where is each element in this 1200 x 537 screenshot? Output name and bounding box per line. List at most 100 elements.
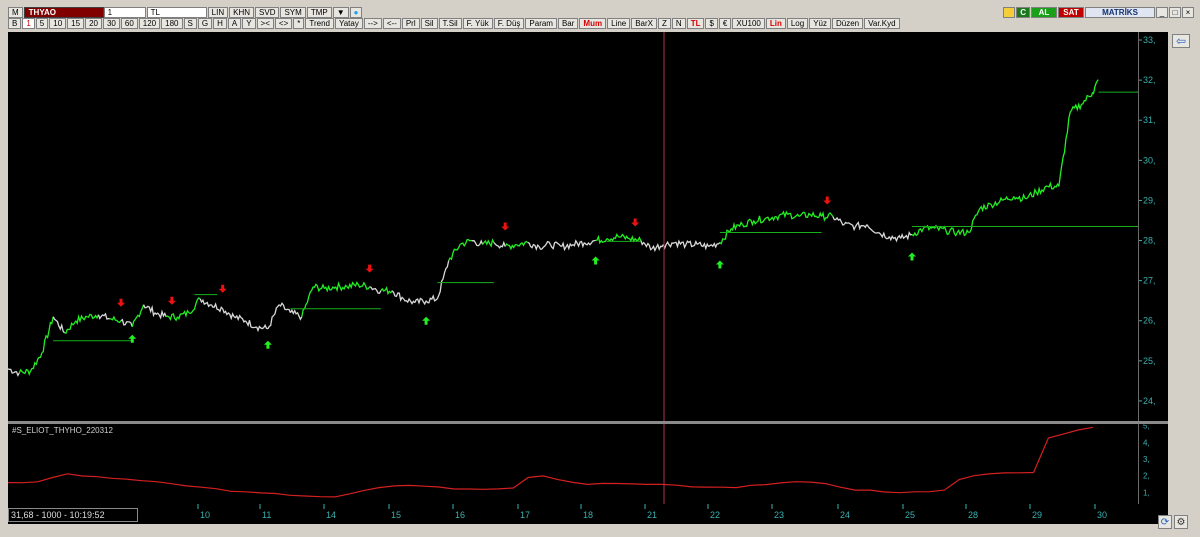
- tool-button[interactable]: 20: [85, 18, 102, 29]
- tool-button[interactable]: Mum: [579, 18, 607, 29]
- tool-button[interactable]: ><: [256, 18, 274, 29]
- chart-type-buttons: LIN KHN SVD SYM TMP: [207, 7, 333, 18]
- price-segment: [753, 215, 766, 225]
- tool-button[interactable]: SYM: [280, 7, 306, 18]
- price-segment: [1081, 91, 1094, 105]
- tool-button[interactable]: 120: [138, 18, 161, 29]
- twitter-icon[interactable]: ●: [349, 7, 363, 18]
- tool-button[interactable]: Düzen: [832, 18, 864, 29]
- tool-button[interactable]: Lin: [765, 18, 786, 29]
- price-segment: [549, 241, 563, 250]
- price-tick-label: 28,: [1143, 236, 1156, 246]
- tool-button[interactable]: H: [213, 18, 227, 29]
- tool-button[interactable]: TL: [686, 18, 705, 29]
- tool-button[interactable]: Bar: [557, 18, 579, 29]
- tool-button[interactable]: KHN: [229, 7, 255, 18]
- price-tick-label: 32,: [1143, 75, 1156, 85]
- price-segment: [877, 231, 890, 240]
- price-segment: [1002, 195, 1015, 201]
- tool-button[interactable]: 10: [49, 18, 67, 29]
- settings-icon[interactable]: ⚙: [1174, 515, 1188, 529]
- tool-button[interactable]: $: [705, 18, 718, 29]
- tool-button[interactable]: *: [293, 18, 305, 29]
- tool-button[interactable]: 180: [161, 18, 183, 29]
- lightning-icon[interactable]: ⚡: [1003, 7, 1016, 18]
- refresh-icon[interactable]: ⟳: [1158, 515, 1172, 529]
- price-segment: [1058, 112, 1071, 187]
- tool-button[interactable]: <>: [274, 18, 293, 29]
- price-segment: [222, 308, 235, 321]
- sell-button[interactable]: SAT: [1058, 7, 1084, 18]
- tool-button[interactable]: Sil: [420, 18, 438, 29]
- close-icon[interactable]: ×: [1182, 7, 1194, 18]
- price-segment: [854, 221, 868, 231]
- tool-button[interactable]: Trend: [305, 18, 334, 29]
- brand-text: MATRİKS: [1102, 8, 1138, 17]
- price-segment: [380, 286, 393, 296]
- symbol-field[interactable]: THYAO: [23, 7, 104, 18]
- price-tick-label: 26,: [1143, 316, 1156, 326]
- price-segment: [561, 241, 574, 252]
- currency-field[interactable]: TL: [146, 7, 207, 18]
- dropdown-arrow-icon[interactable]: ▼: [332, 7, 349, 18]
- tool-button[interactable]: TMP: [306, 7, 332, 18]
- tool-button[interactable]: Y: [242, 18, 256, 29]
- c-button[interactable]: C: [1016, 7, 1030, 18]
- price-segment: [301, 286, 314, 317]
- price-segment: [708, 242, 721, 249]
- tool-button[interactable]: <--: [382, 18, 401, 29]
- buy-button[interactable]: AL: [1031, 7, 1057, 18]
- period-field[interactable]: 1: [103, 7, 146, 18]
- tool-button[interactable]: B: [8, 18, 22, 29]
- tool-button[interactable]: T.Sil: [438, 18, 462, 29]
- price-segment: [798, 211, 811, 218]
- price-segment: [583, 239, 596, 246]
- tool-button[interactable]: 1: [22, 18, 35, 29]
- tool-button[interactable]: LIN: [207, 7, 229, 18]
- tool-button[interactable]: Yatay: [334, 18, 363, 29]
- tool-button[interactable]: 30: [102, 18, 120, 29]
- signal-down-icon: [218, 284, 227, 293]
- price-segment: [255, 323, 269, 333]
- minimize-icon[interactable]: _: [1156, 7, 1168, 18]
- signal-down-icon: [167, 296, 176, 305]
- tool-button[interactable]: F. Yük: [462, 18, 493, 29]
- maximize-icon[interactable]: □: [1169, 7, 1181, 18]
- tool-button[interactable]: SVD: [255, 7, 280, 18]
- tool-button[interactable]: Yüz: [809, 18, 831, 29]
- tool-button[interactable]: Param: [525, 18, 557, 29]
- tool-button[interactable]: 5: [35, 18, 49, 29]
- date-tick-label: 18: [583, 510, 593, 520]
- tool-button[interactable]: G: [197, 18, 213, 29]
- tool-button[interactable]: BarX: [631, 18, 658, 29]
- tool-button[interactable]: €: [718, 18, 732, 29]
- price-segment: [233, 314, 246, 323]
- tool-button[interactable]: F. Düş: [493, 18, 525, 29]
- tool-button[interactable]: Log: [786, 18, 809, 29]
- price-segment: [651, 243, 664, 253]
- indicator-chart[interactable]: [8, 424, 1138, 504]
- c-label: C: [1020, 8, 1026, 17]
- arrow-left-icon[interactable]: ⇦: [1172, 34, 1190, 48]
- price-segment: [1013, 193, 1026, 203]
- signal-up-icon: [422, 316, 431, 325]
- tool-button[interactable]: 15: [67, 18, 85, 29]
- tool-button[interactable]: A: [227, 18, 242, 29]
- tool-button[interactable]: N: [671, 18, 686, 29]
- tool-button[interactable]: XU100: [732, 18, 765, 29]
- tool-button[interactable]: Line: [607, 18, 631, 29]
- price-segment: [131, 304, 145, 327]
- tool-button[interactable]: 60: [120, 18, 138, 29]
- menu-button[interactable]: M: [8, 7, 23, 18]
- tool-button[interactable]: Z: [658, 18, 671, 29]
- tool-button[interactable]: Prl: [401, 18, 420, 29]
- price-segment: [617, 233, 630, 241]
- tool-button[interactable]: -->: [363, 18, 382, 29]
- tool-button[interactable]: S: [183, 18, 197, 29]
- tool-button[interactable]: Var.Kyd: [864, 18, 900, 29]
- date-tick-label: 10: [200, 510, 210, 520]
- price-chart[interactable]: [8, 32, 1138, 421]
- price-segment: [8, 368, 20, 377]
- price-segment: [278, 302, 292, 313]
- price-segment: [30, 352, 43, 372]
